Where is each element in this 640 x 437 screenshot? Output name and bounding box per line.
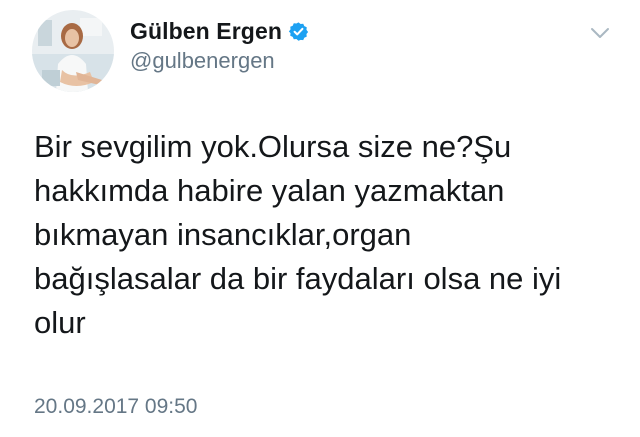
profile-photo	[32, 10, 114, 92]
tweet-text-line: bıkmayan insancıklar,organ	[34, 217, 412, 252]
verified-badge-icon	[288, 21, 309, 42]
tweet-text-line: bağışlasalar da bir faydaları olsa ne iy…	[34, 261, 562, 296]
tweet-text-line: olur	[34, 305, 86, 340]
tweet-card: Gülben Ergen @gulbenergen Bir sevgilim y…	[0, 0, 640, 437]
handle[interactable]: @gulbenergen	[130, 48, 309, 74]
author-block[interactable]: Gülben Ergen @gulbenergen	[130, 16, 309, 76]
tweet-text: Bir sevgilim yok.Olursa size ne?Şu hakkı…	[34, 125, 594, 345]
chevron-down-icon[interactable]	[589, 24, 611, 42]
avatar[interactable]	[32, 10, 114, 92]
tweet-text-line: Bir sevgilim yok.Olursa size ne?Şu	[34, 129, 512, 164]
name-row: Gülben Ergen	[130, 16, 309, 46]
tweet-text-line: hakkımda habire yalan yazmaktan	[34, 173, 505, 208]
tweet-timestamp[interactable]: 20.09.2017 09:50	[34, 395, 198, 419]
display-name[interactable]: Gülben Ergen	[130, 18, 282, 45]
